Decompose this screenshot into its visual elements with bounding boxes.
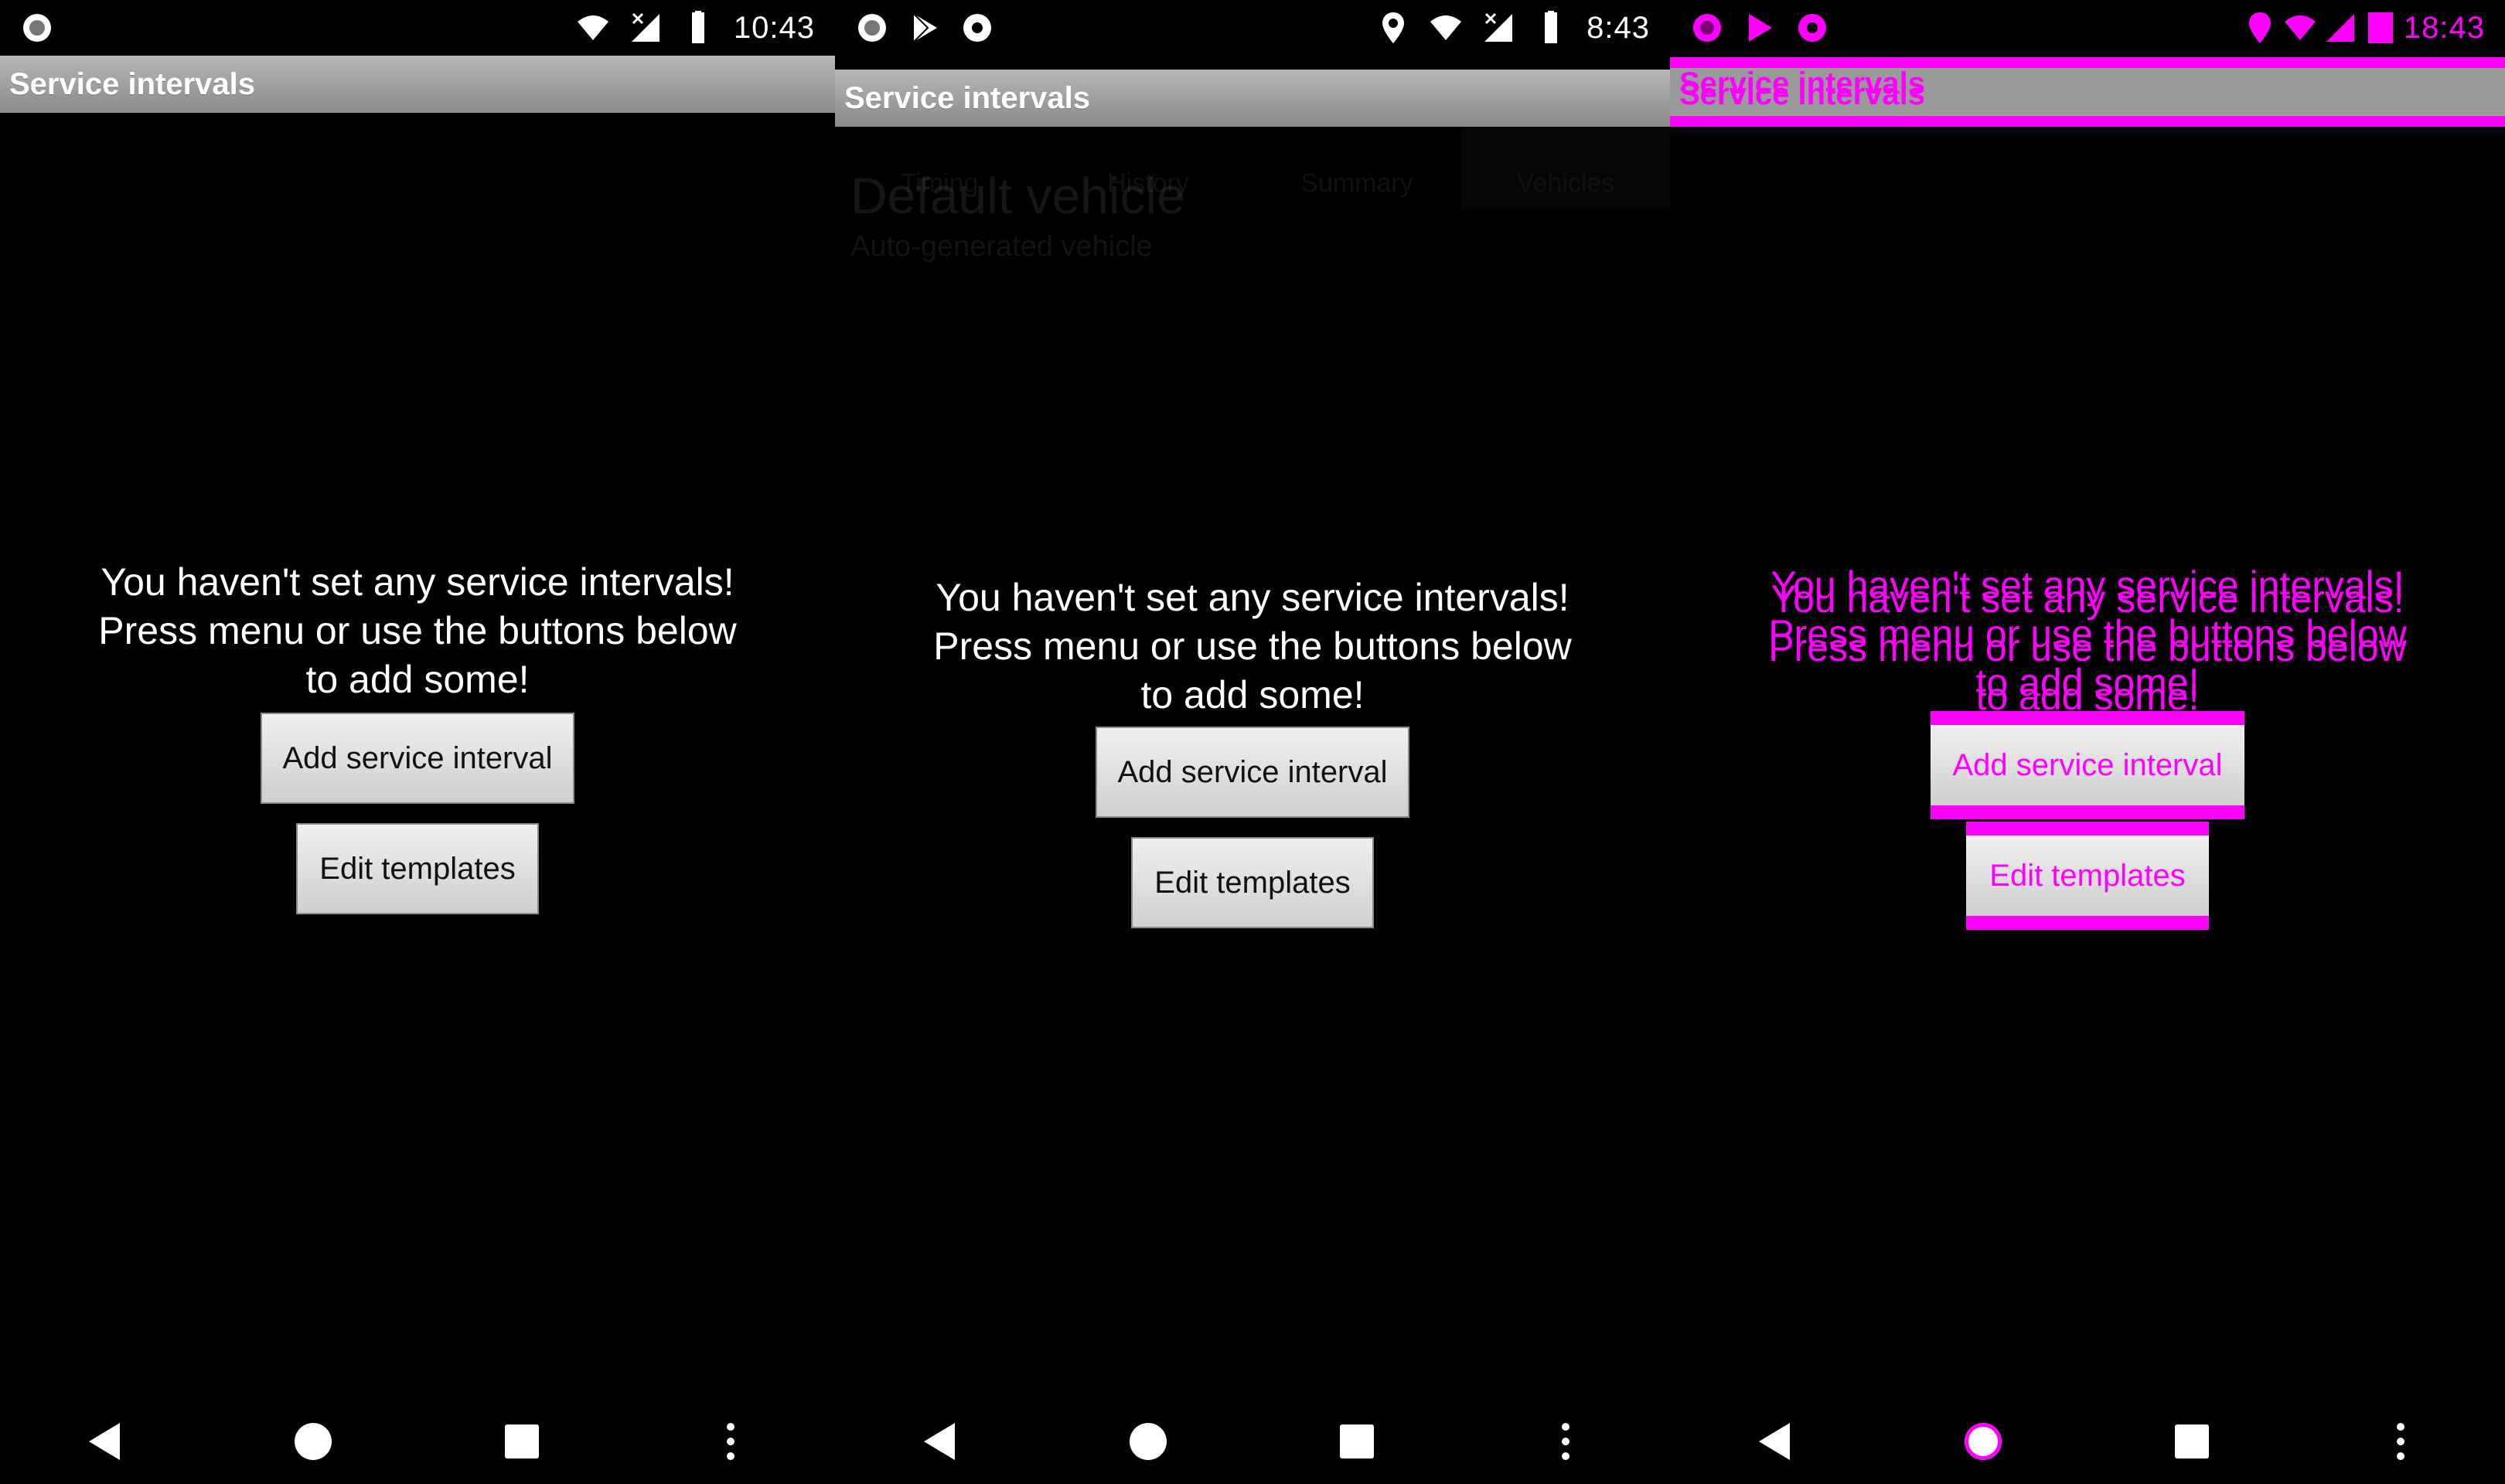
cell-signal-icon: [1481, 11, 1515, 45]
phone-screen-1: 10:43 Service intervals You haven't set …: [0, 0, 835, 1484]
play-store-icon: [908, 11, 942, 45]
battery-icon: [681, 11, 715, 45]
wifi-icon: [576, 11, 610, 45]
wifi-icon: [2283, 11, 2317, 45]
message-line: Press menu or use the buttons below: [98, 609, 737, 652]
message-line: You haven't set any service intervals!: [1771, 577, 2404, 621]
notification-circle-icon: [1690, 11, 1724, 45]
add-service-interval-label: Add service interval: [282, 740, 553, 775]
page-title: Service intervals: [9, 66, 255, 101]
faded-vehicle-subtitle: Auto-generated vehicle: [850, 230, 1153, 263]
faded-vehicle-name: Default vehicle: [850, 167, 1185, 224]
message-line: Press menu or use the buttons below: [1768, 626, 2407, 669]
phone-screen-3-diff-overlay: 18:43 Service intervals Service interval…: [1670, 0, 2505, 1484]
notification-circle-icon: [20, 11, 54, 45]
phone-screen-2: 8:43 Timing History Summary Vehicles Def…: [835, 0, 1670, 1484]
back-icon[interactable]: [916, 1418, 963, 1465]
add-service-interval-button[interactable]: Add service interval: [261, 713, 574, 804]
page-title: Service intervals: [844, 80, 1090, 115]
edit-templates-button[interactable]: Edit templates: [296, 823, 539, 914]
home-icon[interactable]: [1960, 1418, 2006, 1465]
home-icon[interactable]: [1125, 1418, 1171, 1465]
add-service-interval-label: Add service interval: [1117, 754, 1388, 789]
status-bar: 10:43: [0, 0, 835, 56]
title-bar: Service intervals: [835, 70, 1670, 127]
add-service-interval-label: Add service interval: [1952, 747, 2223, 782]
navigation-bar: [835, 1399, 1670, 1484]
chrome-icon: [1795, 11, 1829, 45]
add-service-interval-button[interactable]: Add service interval: [1096, 727, 1409, 818]
screenshot-stage: 10:43 Service intervals You haven't set …: [0, 0, 2505, 1484]
status-time: 10:43: [733, 10, 815, 45]
more-options-icon[interactable]: [2377, 1418, 2424, 1465]
cell-signal-icon: [629, 11, 663, 45]
location-icon: [2243, 11, 2277, 45]
notification-circle-icon: [855, 11, 889, 45]
status-bar: 18:43: [1670, 0, 2505, 56]
navigation-bar: [1670, 1399, 2505, 1484]
wifi-icon: [1429, 11, 1463, 45]
cell-signal-icon: [2323, 11, 2357, 45]
add-service-interval-button[interactable]: Add service interval: [1931, 711, 2244, 819]
message-line: You haven't set any service intervals!: [936, 576, 1569, 619]
chrome-icon: [960, 11, 994, 45]
play-store-icon: [1743, 11, 1777, 45]
home-icon[interactable]: [290, 1418, 336, 1465]
back-icon[interactable]: [81, 1418, 128, 1465]
title-bar: Service intervals: [0, 56, 835, 113]
empty-state-message: You haven't set any service intervals! P…: [0, 558, 835, 704]
empty-state-message: You haven't set any service intervals! P…: [835, 574, 1670, 720]
location-icon: [1376, 11, 1410, 45]
empty-state-message-shifted: You haven't set any service intervals! P…: [1670, 575, 2505, 721]
message-line: Press menu or use the buttons below: [933, 625, 1572, 668]
back-icon[interactable]: [1751, 1418, 1798, 1465]
status-bar: 8:43: [835, 0, 1670, 56]
edit-templates-label: Edit templates: [1154, 865, 1351, 900]
status-time: 18:43: [2403, 10, 2485, 45]
edit-templates-button[interactable]: Edit templates: [1131, 837, 1374, 928]
message-line: You haven't set any service intervals!: [101, 560, 734, 604]
edit-templates-label: Edit templates: [319, 851, 516, 886]
recent-apps-icon[interactable]: [1334, 1418, 1380, 1465]
recent-apps-icon[interactable]: [2169, 1418, 2215, 1465]
recent-apps-icon[interactable]: [499, 1418, 545, 1465]
message-line: to add some!: [305, 658, 530, 701]
battery-icon: [1534, 11, 1568, 45]
battery-icon: [2364, 11, 2398, 45]
navigation-bar: [0, 1399, 835, 1484]
more-options-icon[interactable]: [707, 1418, 754, 1465]
page-title-shifted: Service intervals: [1679, 77, 1925, 111]
edit-templates-label: Edit templates: [1989, 858, 2186, 893]
message-line: to add some!: [1140, 673, 1365, 716]
status-time: 8:43: [1586, 10, 1650, 45]
more-options-icon[interactable]: [1542, 1418, 1589, 1465]
edit-templates-button[interactable]: Edit templates: [1966, 822, 2209, 930]
